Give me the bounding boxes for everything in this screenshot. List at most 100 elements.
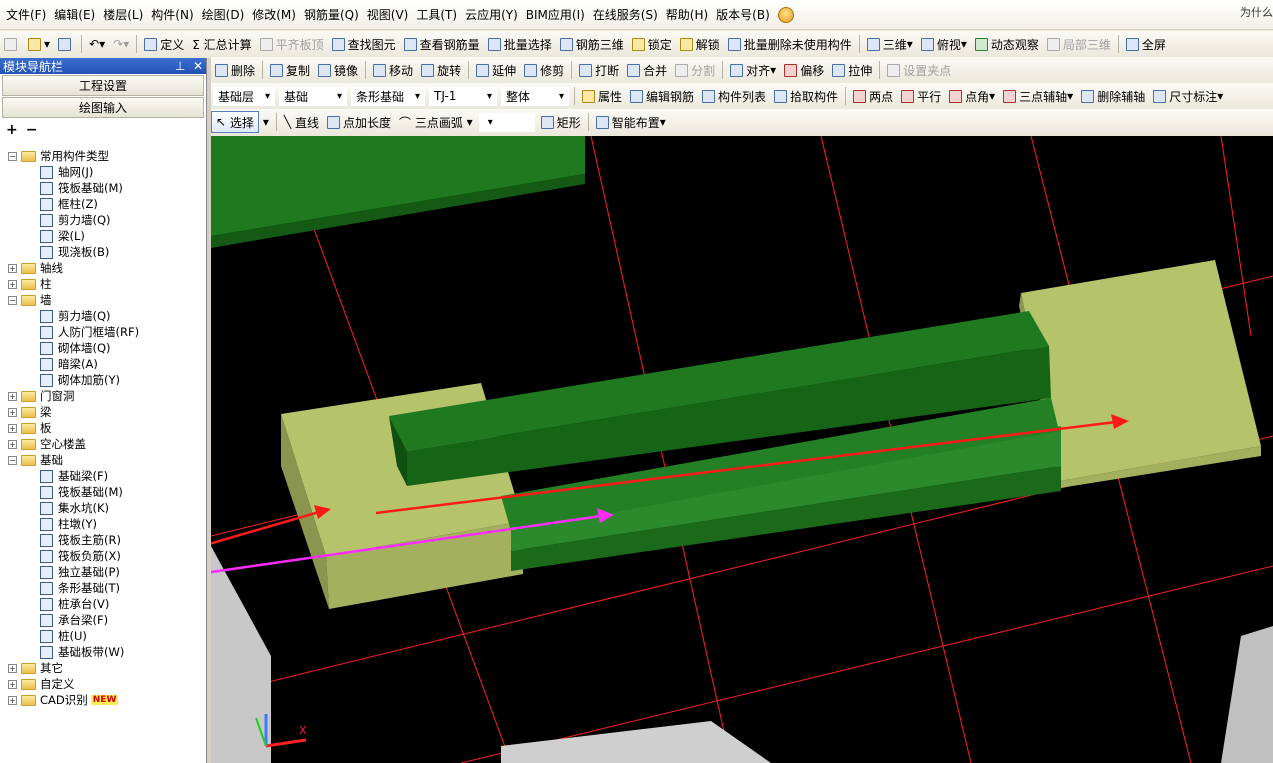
tree-folder[interactable]: + 其它 [8, 660, 210, 676]
expand-icon[interactable]: + [8, 423, 17, 433]
tree-item[interactable]: 独立基础(P) [8, 564, 210, 580]
open-file-button[interactable]: ▾ [24, 33, 54, 55]
tree-folder[interactable]: + 自定义 [8, 676, 210, 692]
break-button[interactable]: 打断 [575, 59, 623, 81]
dimension-button[interactable]: 尺寸标注 ▾ [1149, 85, 1227, 107]
line-button[interactable]: ╲ 直线 [280, 111, 323, 133]
menu-component[interactable]: 构件(N) [147, 6, 197, 23]
align-button[interactable]: 对齐 ▾ [726, 59, 780, 81]
rotate-button[interactable]: 旋转 [417, 59, 465, 81]
rect-button[interactable]: 矩形 [537, 111, 585, 133]
category-dropdown[interactable]: 基础 [279, 86, 347, 106]
stretch-button[interactable]: 拉伸 [828, 59, 876, 81]
tree-item[interactable]: 条形基础(T) [8, 580, 210, 596]
tree-folder[interactable]: + 梁 [8, 404, 210, 420]
unlock-button[interactable]: 解锁 [676, 33, 724, 55]
copy-button[interactable]: 复制 [266, 59, 314, 81]
split-button[interactable]: 分割 [671, 59, 719, 81]
tree-folder[interactable]: + 门窗洞 [8, 388, 210, 404]
tree-item[interactable]: 柱墩(Y) [8, 516, 210, 532]
avatar-icon[interactable] [777, 6, 794, 23]
batch-select-button[interactable]: 批量选择 [484, 33, 556, 55]
tree-item[interactable]: 桩(U) [8, 628, 210, 644]
tree-item[interactable]: 集水坑(K) [8, 500, 210, 516]
fullscreen-button[interactable]: 全屏 [1122, 33, 1170, 55]
trim-button[interactable]: 修剪 [520, 59, 568, 81]
property-button[interactable]: 属性 [578, 85, 626, 107]
point-length-button[interactable]: 点加长度 [323, 111, 395, 133]
move-button[interactable]: 移动 [369, 59, 417, 81]
tree-folder[interactable]: + 空心楼盖 [8, 436, 210, 452]
tree-folder[interactable]: + 板 [8, 420, 210, 436]
merge-button[interactable]: 合并 [623, 59, 671, 81]
delete-button[interactable]: 删除 [211, 59, 259, 81]
tree-folder[interactable]: − 常用构件类型 [8, 148, 210, 164]
drawing-input-button[interactable]: 绘图输入 [2, 97, 204, 118]
find-element-button[interactable]: 查找图元 [328, 33, 400, 55]
tree-item[interactable]: 框柱(Z) [8, 196, 210, 212]
tree-item[interactable]: 筏板主筋(R) [8, 532, 210, 548]
expand-icon[interactable]: + [8, 391, 17, 401]
select-button[interactable]: ↖ 选择 [211, 111, 259, 133]
menu-version[interactable]: 版本号(B) [712, 6, 774, 23]
tree-item[interactable]: 砌体墙(Q) [8, 340, 210, 356]
3d-button[interactable]: 三维 ▾ [863, 33, 917, 55]
menu-bim[interactable]: BIM应用(I) [522, 6, 589, 23]
align-slab-top-button[interactable]: 平齐板顶 [256, 33, 328, 55]
tree-folder[interactable]: + 柱 [8, 276, 210, 292]
menu-view[interactable]: 视图(V) [363, 6, 413, 23]
set-grip-button[interactable]: 设置夹点 [883, 59, 955, 81]
arc-option-dropdown[interactable] [478, 112, 535, 132]
menu-floor[interactable]: 楼层(L) [99, 6, 147, 23]
tree-item[interactable]: 砌体加筋(Y) [8, 372, 210, 388]
extend-button[interactable]: 延伸 [472, 59, 520, 81]
tree-item[interactable]: 剪力墙(Q) [8, 308, 210, 324]
tree-item[interactable]: 桩承台(V) [8, 596, 210, 612]
collapse-icon[interactable]: − [8, 455, 17, 465]
tree-item[interactable]: 基础板带(W) [8, 644, 210, 660]
undo-button[interactable]: ↶ ▾ [85, 33, 109, 55]
tree-item[interactable]: 轴网(J) [8, 164, 210, 180]
parallel-button[interactable]: 平行 [897, 85, 945, 107]
orbit-button[interactable]: 动态观察 [971, 33, 1043, 55]
collapse-icon[interactable]: − [8, 295, 17, 305]
top-view-button[interactable]: 俯视 ▾ [917, 33, 971, 55]
pin-icon[interactable]: ⊥ [175, 59, 185, 73]
mirror-button[interactable]: 镜像 [314, 59, 362, 81]
project-settings-button[interactable]: 工程设置 [2, 75, 204, 96]
select-dropdown[interactable]: ▾ [259, 111, 273, 133]
expand-all-icon[interactable]: + [6, 122, 18, 138]
rebar-3d-button[interactable]: 钢筋三维 [556, 33, 628, 55]
tree-item[interactable]: 承台梁(F) [8, 612, 210, 628]
scope-dropdown[interactable]: 整体 [501, 86, 569, 106]
menu-edit[interactable]: 编辑(E) [50, 6, 99, 23]
collapse-all-icon[interactable]: − [26, 122, 38, 138]
tree-item[interactable]: 暗梁(A) [8, 356, 210, 372]
view-rebar-button[interactable]: 查看钢筋量 [400, 33, 484, 55]
redo-button[interactable]: ↷ ▾ [109, 33, 133, 55]
offset-button[interactable]: 偏移 [780, 59, 828, 81]
batch-delete-button[interactable]: 批量删除未使用构件 [724, 33, 856, 55]
tree-folder[interactable]: − 基础 [8, 452, 210, 468]
menu-modify[interactable]: 修改(M) [248, 6, 300, 23]
tree-item[interactable]: 基础梁(F) [8, 468, 210, 484]
arc-button[interactable]: ⌒ 三点画弧 ▾ [395, 111, 477, 133]
three-point-axis-button[interactable]: 三点辅轴 ▾ [999, 85, 1077, 107]
local-3d-button[interactable]: 局部三维 [1043, 33, 1115, 55]
tree-item[interactable]: 筏板基础(M) [8, 484, 210, 500]
menu-help[interactable]: 帮助(H) [662, 6, 712, 23]
pick-component-button[interactable]: 拾取构件 [770, 85, 842, 107]
tree-folder[interactable]: + 轴线 [8, 260, 210, 276]
expand-icon[interactable]: + [8, 279, 17, 289]
menu-tools[interactable]: 工具(T) [412, 6, 461, 23]
tree-item[interactable]: 人防门框墙(RF) [8, 324, 210, 340]
component-list-button[interactable]: 构件列表 [698, 85, 770, 107]
collapse-icon[interactable]: − [8, 151, 17, 161]
expand-icon[interactable]: + [8, 695, 17, 705]
tree-folder[interactable]: + CAD识别 NEW [8, 692, 210, 708]
expand-icon[interactable]: + [8, 439, 17, 449]
menu-cloud[interactable]: 云应用(Y) [461, 6, 522, 23]
define-button[interactable]: 定义 [140, 33, 188, 55]
menu-draw[interactable]: 绘图(D) [198, 6, 249, 23]
tree-folder[interactable]: − 墙 [8, 292, 210, 308]
